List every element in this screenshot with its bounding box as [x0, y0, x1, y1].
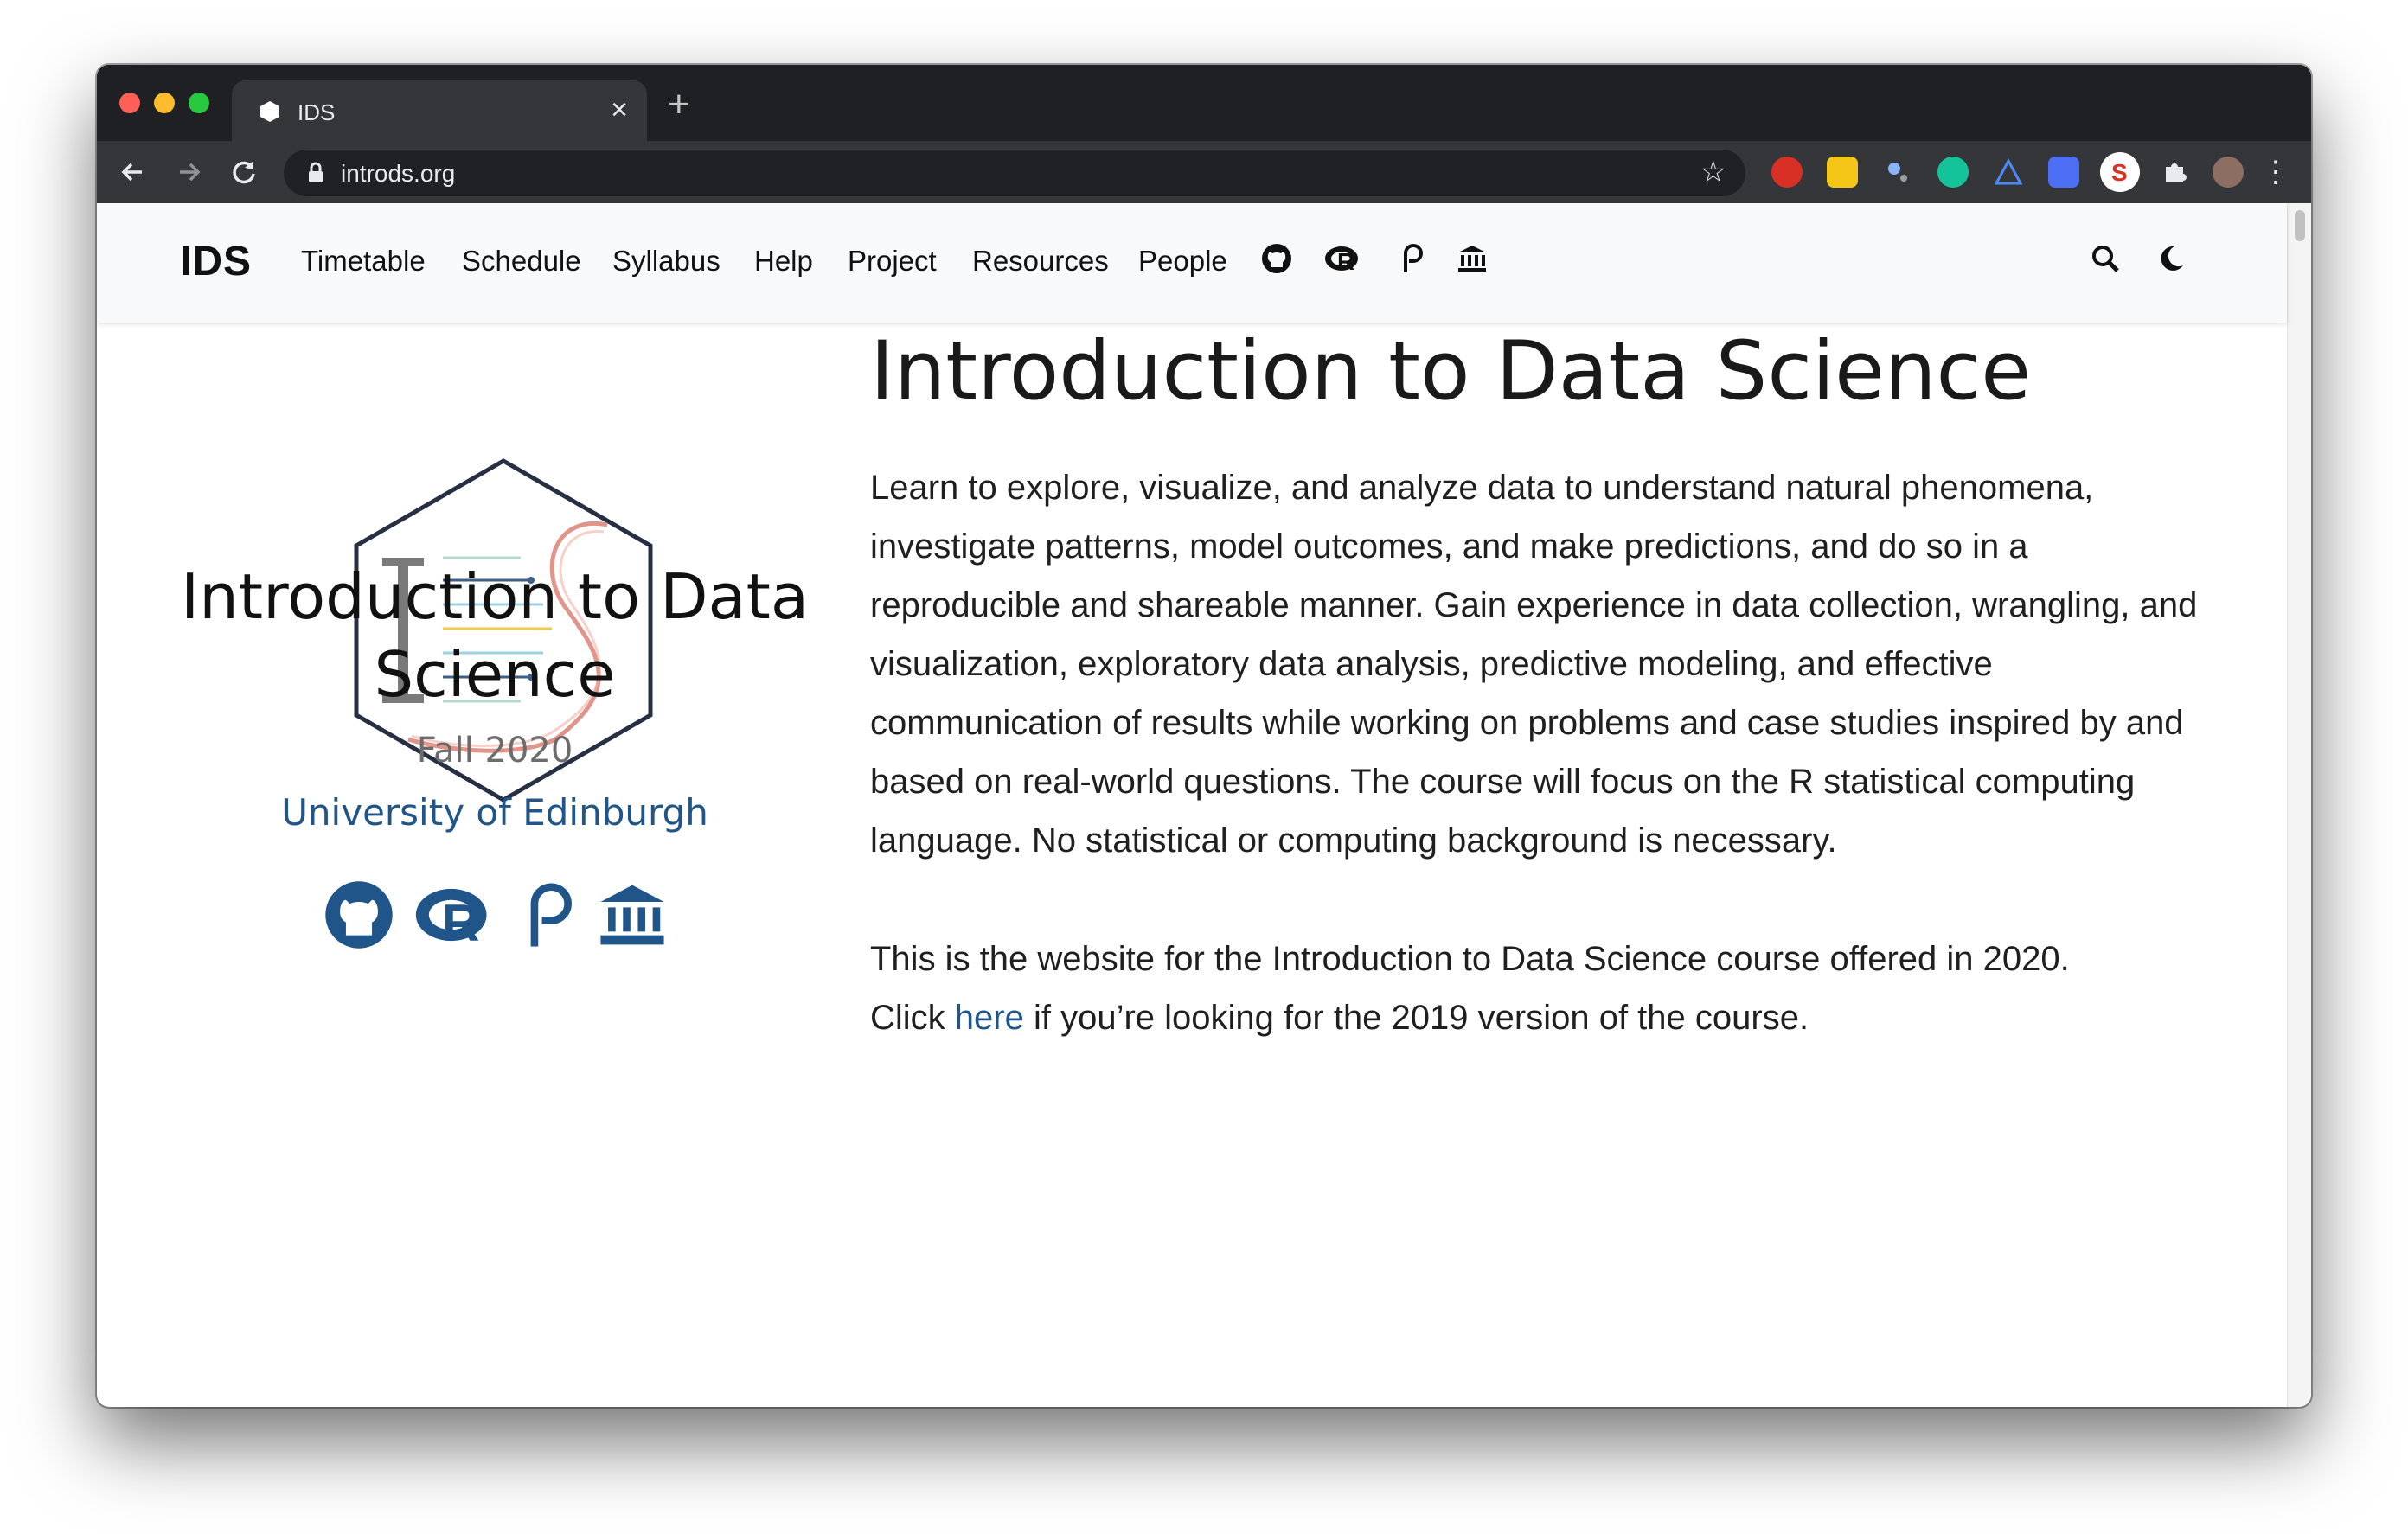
university-icon[interactable]: [1455, 241, 1489, 276]
satellite-icon[interactable]: [1882, 157, 1913, 188]
page-title: Introduction to Data Science: [870, 324, 2032, 419]
sidebar-institution[interactable]: University of Edinburgh: [175, 791, 815, 834]
tab-close-icon[interactable]: ×: [611, 93, 628, 127]
nav-link-resources[interactable]: Resources: [972, 245, 1109, 278]
nav-link-people[interactable]: People: [1138, 245, 1227, 278]
url-text: introds.org: [341, 160, 456, 187]
browser-menu-icon[interactable]: ⋮: [2261, 153, 2290, 191]
browser-window: IDS × + introds.org ☆ S ⋮ IDS Timetable …: [97, 65, 2311, 1407]
piazza-icon[interactable]: [510, 878, 585, 952]
browser-tab-active[interactable]: IDS ×: [232, 80, 647, 141]
grammarly-icon[interactable]: [1937, 157, 1969, 188]
maximize-window-button[interactable]: [189, 93, 209, 113]
nav-link-project[interactable]: Project: [848, 245, 937, 278]
tab-strip: IDS × +: [97, 65, 2311, 141]
scrollbar-thumb[interactable]: [2295, 210, 2305, 241]
version-note-rest: if you’re looking for the 2019 version o…: [1033, 999, 1809, 1037]
arrow-right-icon: [180, 163, 201, 182]
minimize-window-button[interactable]: [154, 93, 175, 113]
vertical-scrollbar[interactable]: [2287, 203, 2311, 1407]
search-icon[interactable]: [2090, 243, 2121, 274]
arrow-left-icon: [121, 163, 142, 182]
course-version-note: This is the website for the Introduction…: [870, 930, 2219, 1047]
university-icon[interactable]: [595, 878, 669, 952]
bookmark-star-icon[interactable]: ☆: [1700, 155, 1726, 189]
svg-text:R: R: [442, 894, 479, 952]
forward-button[interactable]: [170, 153, 208, 191]
version-note-line1: This is the website for the Introduction…: [870, 940, 2070, 978]
triangle-icon[interactable]: [1993, 157, 2024, 188]
page-viewport: IDS Timetable Schedule Syllabus Help Pro…: [97, 203, 2311, 1407]
site-navbar: IDS Timetable Schedule Syllabus Help Pro…: [97, 203, 2287, 323]
svg-text:R: R: [1337, 248, 1354, 275]
new-tab-button[interactable]: +: [668, 86, 690, 124]
close-window-button[interactable]: [119, 93, 140, 113]
previous-version-link[interactable]: here: [955, 999, 1024, 1037]
rstudio-cloud-icon[interactable]: R: [1323, 241, 1363, 276]
document-icon[interactable]: [2048, 157, 2079, 188]
reload-icon: [233, 161, 255, 184]
sidebar-icon-row: R: [322, 878, 685, 956]
github-icon[interactable]: [322, 878, 396, 952]
hexagon-favicon-icon: [260, 101, 279, 122]
back-button[interactable]: [114, 153, 152, 191]
s-extension-icon[interactable]: S: [2100, 152, 2140, 192]
tab-title: IDS: [298, 99, 336, 125]
lock-icon: [309, 162, 323, 182]
reload-button[interactable]: [225, 153, 263, 191]
note-icon[interactable]: [1827, 157, 1858, 188]
moon-icon[interactable]: [2155, 243, 2187, 274]
profile-avatar[interactable]: [2213, 157, 2244, 188]
sidebar-term: Fall 2020: [416, 731, 573, 770]
sidebar-course-title: Introduction to Data Science: [181, 560, 809, 711]
site-brand[interactable]: IDS: [180, 238, 252, 285]
address-bar[interactable]: introds.org ☆: [284, 150, 1745, 196]
course-description: Learn to explore, visualize, and analyze…: [870, 469, 2198, 860]
stop-hand-icon[interactable]: [1771, 157, 1803, 188]
nav-link-help[interactable]: Help: [754, 245, 813, 278]
version-note-click: Click: [870, 999, 945, 1037]
rstudio-cloud-icon[interactable]: R: [412, 878, 498, 952]
github-icon[interactable]: [1259, 241, 1294, 276]
nav-link-timetable[interactable]: Timetable: [301, 245, 426, 278]
puzzle-icon[interactable]: [2159, 157, 2190, 188]
browser-toolbar: introds.org ☆ S ⋮: [97, 141, 2311, 203]
piazza-icon[interactable]: [1394, 241, 1429, 276]
nav-link-schedule[interactable]: Schedule: [462, 245, 581, 278]
nav-link-syllabus[interactable]: Syllabus: [612, 245, 720, 278]
svg-text:S: S: [2111, 159, 2128, 186]
